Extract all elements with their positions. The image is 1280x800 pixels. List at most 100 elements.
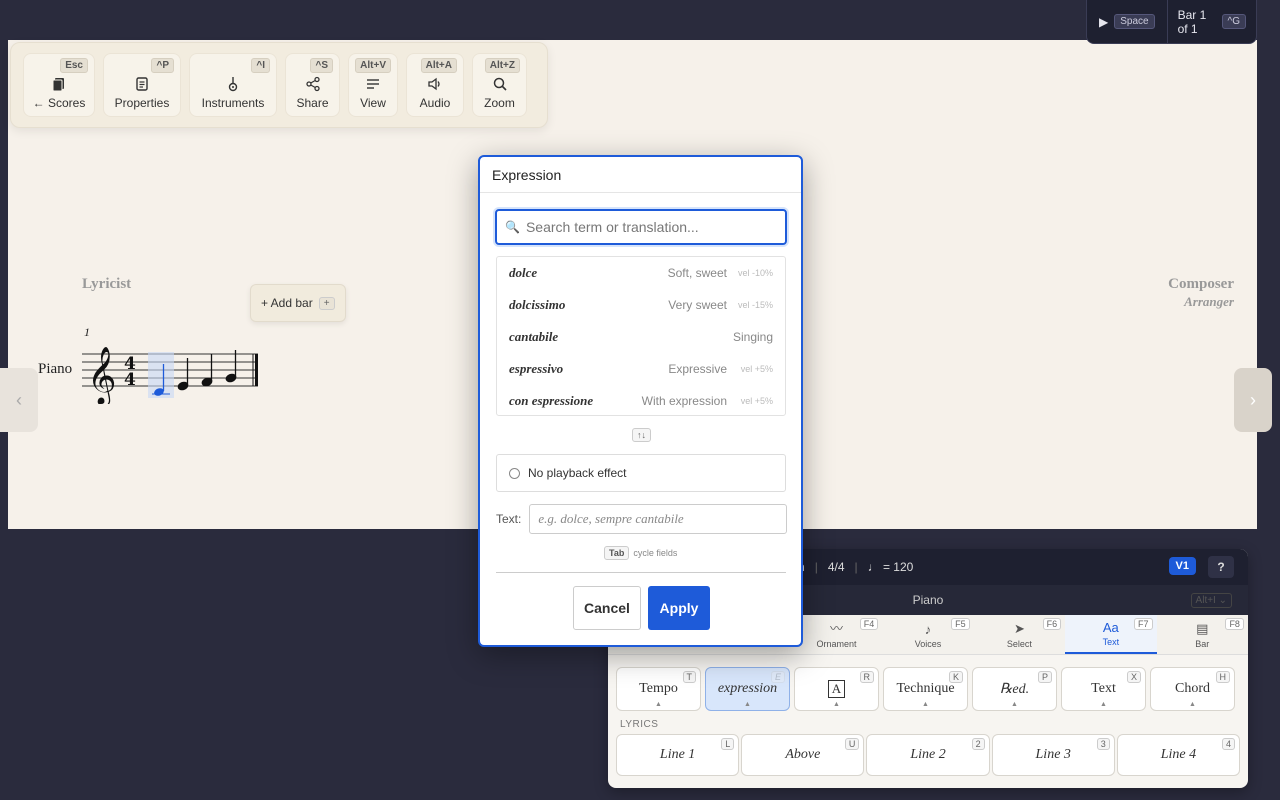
button-label: Technique (896, 681, 955, 696)
zoom-button[interactable]: Alt+Z Zoom (472, 53, 527, 117)
add-bar-button[interactable]: + Add bar + (250, 284, 346, 322)
share-button[interactable]: ^S Share (285, 53, 340, 117)
lyric-line-2-button[interactable]: Line 2 2 (866, 734, 990, 776)
list-item[interactable]: espressivo Expressive vel +5% (497, 353, 785, 385)
translation: Singing (732, 330, 773, 344)
shortcut-badge: 2 (971, 738, 985, 750)
lyricist-field[interactable]: Lyricist (82, 276, 131, 293)
audio-button[interactable]: Alt+A Audio (406, 53, 464, 117)
help-button[interactable]: ? (1208, 556, 1234, 578)
tab-hint: Tab cycle fields (604, 546, 677, 560)
document-icon (136, 77, 148, 91)
term: con espressione (509, 393, 594, 408)
tab-bar[interactable]: F8 ▤ Bar (1157, 615, 1248, 654)
list-item[interactable]: cantabile Singing (497, 321, 785, 353)
text-icon: Aa (1102, 620, 1119, 635)
pedal-icon: ℞ed. (999, 681, 1030, 697)
text-button[interactable]: Text X ▲ (1061, 667, 1146, 711)
divider: | (854, 560, 858, 574)
tab-voices[interactable]: F5 ♪ Voices (882, 615, 973, 654)
properties-label: Properties (114, 96, 170, 110)
lyrics-section-label: LYRICS (620, 719, 659, 730)
scores-button[interactable]: Esc ← Scores (23, 53, 95, 117)
button-label: Tempo (639, 681, 678, 696)
lyric-line-1-button[interactable]: Line 1 L (616, 734, 740, 776)
properties-button[interactable]: ^P Properties (103, 53, 181, 117)
expression-button[interactable]: expression E ▲ (705, 667, 790, 711)
shortcut-badge: F7 (1134, 618, 1153, 630)
rehearsal-mark-button[interactable]: A R ▲ (794, 667, 879, 711)
shortcut-badge: Alt+A (420, 58, 457, 73)
tab-select[interactable]: F6 ➤ Select (974, 615, 1065, 654)
tab-text[interactable]: F7 Aa Text (1065, 615, 1157, 654)
search-box[interactable]: 🔍 (495, 209, 787, 245)
caret-up-icon: ▲ (1189, 700, 1196, 708)
button-label: Line 3 (1035, 747, 1071, 762)
text-input[interactable] (529, 504, 788, 534)
lyric-buttons: Line 1 L Above U Line 2 2 Line 3 3 Line … (608, 730, 1248, 780)
shortcut-badge: Alt+Z (484, 58, 520, 73)
note-icon: ♪ (924, 622, 932, 637)
button-label: expression (717, 681, 778, 696)
cancel-button[interactable]: Cancel (573, 586, 641, 630)
apply-button[interactable]: Apply (648, 586, 710, 630)
scores-icon (52, 78, 64, 92)
view-button[interactable]: Alt+V View (348, 53, 398, 117)
term: cantabile (509, 329, 559, 344)
time-signature-readout[interactable]: 4/4 (828, 560, 845, 574)
bar-navigator[interactable]: Bar 1 of 1 ^G (1168, 8, 1256, 36)
tempo-readout[interactable]: ♩ = 120 (868, 560, 914, 574)
caret-up-icon: ▲ (922, 700, 929, 708)
search-icon: 🔍 (505, 220, 520, 234)
instrument-shortcut: Alt+I ⌄ (1190, 592, 1232, 608)
play-button[interactable]: ▶ Space (1087, 0, 1168, 43)
list-item[interactable]: dolce Soft, sweet vel -10% (497, 257, 785, 289)
add-bar-shortcut: + (318, 296, 335, 310)
search-input[interactable] (525, 219, 777, 235)
instruments-button[interactable]: ^I Instruments (189, 53, 277, 117)
instrument-label: Piano (38, 361, 73, 377)
lyric-line-3-button[interactable]: Line 3 3 (991, 734, 1115, 776)
dialog-title: Expression (480, 157, 801, 193)
divider: | (814, 560, 818, 574)
music-staff[interactable]: 𝄞 4 4 (82, 340, 262, 404)
composer-field[interactable]: Composer (1168, 276, 1234, 293)
list-item[interactable]: dolcissimo Very sweet vel -15% (497, 289, 785, 321)
caret-up-icon: ▲ (833, 700, 840, 708)
shortcut-badge: E (770, 671, 785, 683)
tempo-button[interactable]: Tempo T ▲ (616, 667, 701, 711)
chord-button[interactable]: Chord H ▲ (1150, 667, 1235, 711)
view-label: View (360, 96, 386, 110)
next-page-button[interactable]: › (1234, 368, 1272, 432)
button-label: Text (1091, 681, 1116, 696)
no-playback-option[interactable]: No playback effect (496, 454, 786, 492)
shortcut-badge: F5 (951, 618, 970, 630)
divider (496, 572, 786, 573)
bar-label: Bar 1 of 1 (1177, 7, 1207, 36)
technique-button[interactable]: Technique K ▲ (883, 667, 968, 711)
shortcut-badge: F6 (1042, 618, 1062, 630)
voice-badge[interactable]: V1 (1168, 557, 1196, 575)
note (225, 350, 237, 383)
zoom-label: Zoom (484, 96, 515, 110)
caret-up-icon: ▲ (744, 700, 751, 708)
previous-page-button[interactable]: ‹ (0, 368, 38, 432)
lyric-line-4-button[interactable]: Line 4 4 (1116, 734, 1241, 776)
button-label: Line 4 (1160, 747, 1197, 762)
lines-icon (367, 79, 379, 89)
list-item[interactable]: con espressione With expression vel +5% (497, 385, 785, 417)
shortcut-badge: Esc (60, 58, 88, 73)
radio-button[interactable] (509, 467, 520, 479)
shortcut-badge: F8 (1225, 618, 1244, 630)
play-icon: ▶ (1099, 14, 1109, 29)
play-shortcut: Space (1114, 14, 1155, 29)
pedal-button[interactable]: ℞ed. P ▲ (972, 667, 1057, 711)
arranger-field[interactable]: Arranger (1184, 294, 1234, 310)
tab-ornament[interactable]: F4 〰 Ornament (791, 615, 882, 654)
text-label: Text: (496, 512, 522, 526)
search-icon (493, 77, 507, 91)
shortcut-badge: U (844, 738, 860, 750)
lyric-above-button[interactable]: Above U (741, 734, 865, 776)
sort-toggle[interactable]: ↑↓ (632, 428, 651, 442)
shortcut-badge: R (859, 671, 874, 683)
